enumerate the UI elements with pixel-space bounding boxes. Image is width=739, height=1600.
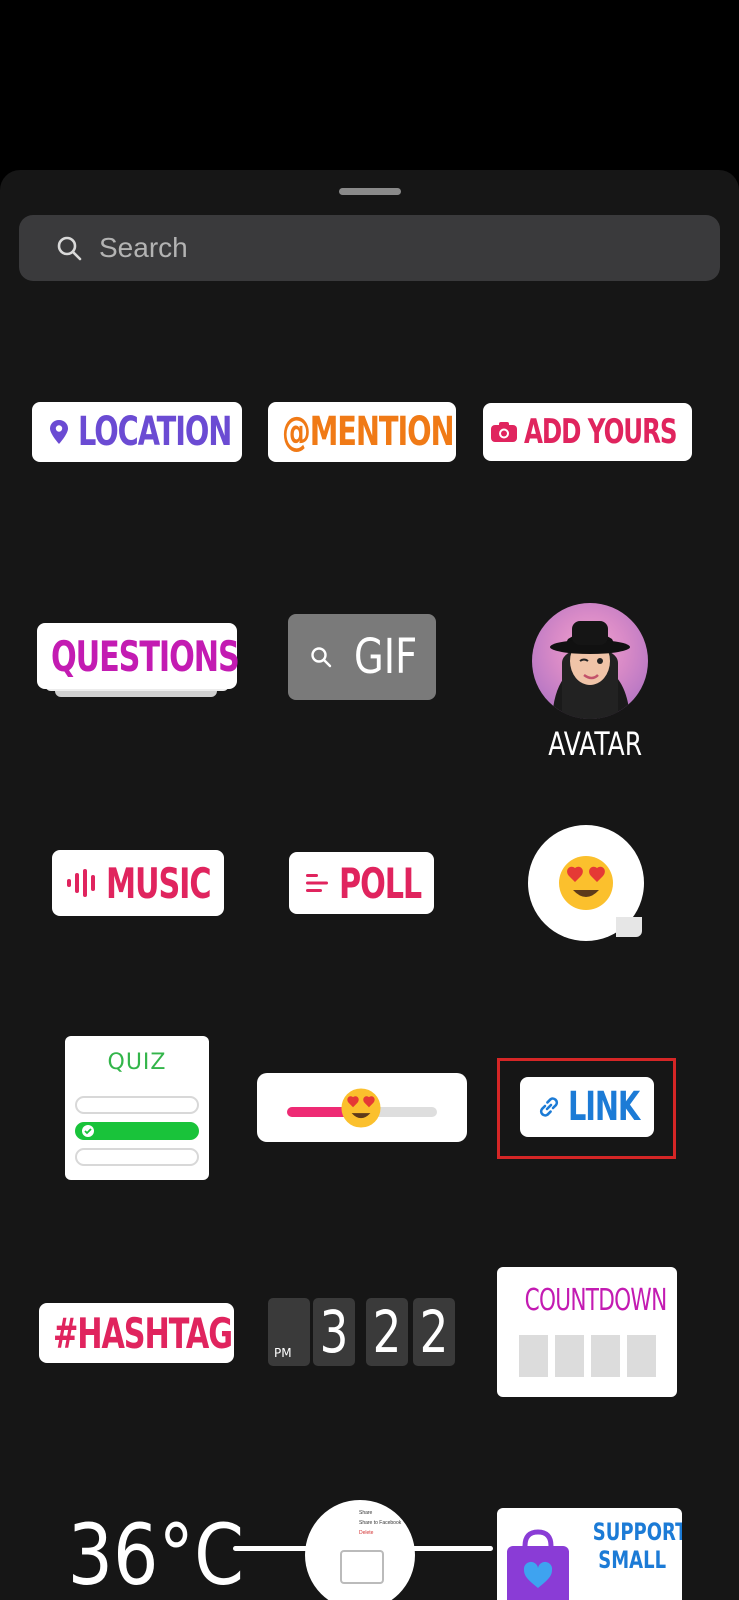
questions-sticker[interactable]: QUESTIONS: [37, 623, 240, 713]
gif-sticker[interactable]: GIF: [288, 614, 436, 700]
support-small-business-sticker[interactable]: SUPPORT SMALL: [497, 1508, 682, 1600]
mention-label: @MENTION: [282, 409, 455, 455]
search-placeholder: Search: [99, 232, 188, 263]
location-label: LOCATION: [78, 409, 232, 455]
emoji-slider-sticker[interactable]: [257, 1073, 467, 1142]
countdown-sticker[interactable]: COUNTDOWN: [497, 1267, 677, 1397]
poll-lines-icon: [305, 874, 328, 892]
countdown-label: COUNTDOWN: [524, 1283, 668, 1318]
location-pin-icon: [50, 420, 68, 444]
image-placeholder-icon: [340, 1550, 384, 1584]
shopping-bag-icon: [507, 1529, 569, 1600]
link-label: LINK: [568, 1084, 640, 1130]
music-bars-icon: [67, 869, 95, 897]
emoji-reaction-sticker[interactable]: [528, 825, 644, 945]
poll-sticker[interactable]: POLL: [289, 852, 434, 914]
quiz-sticker[interactable]: QUIZ: [65, 1036, 209, 1180]
share-menu-item: Share: [359, 1510, 373, 1516]
search-icon: [311, 647, 332, 668]
music-label: MUSIC: [106, 858, 212, 908]
camera-icon: [490, 422, 517, 442]
add-yours-sticker[interactable]: ADD YOURS: [483, 403, 692, 461]
search-bar[interactable]: Search: [19, 215, 720, 281]
quiz-label: QUIZ: [107, 1050, 167, 1075]
temperature-sticker[interactable]: 36°C: [52, 1510, 260, 1600]
sticker-tray: Search LOCATION @MENTION ADD YOURS QUEST…: [0, 170, 739, 1600]
share-menu-item: Share to Facebook: [359, 1520, 402, 1526]
countdown-box: [519, 1335, 548, 1377]
avatar-illustration: [550, 621, 630, 719]
ampm-flip: PM: [268, 1298, 310, 1366]
avatar-label: AVATAR: [548, 725, 643, 763]
quiz-option-3: [75, 1148, 199, 1166]
heart-eyes-emoji-icon: [341, 1088, 381, 1128]
avatar-sticker[interactable]: [532, 603, 648, 719]
share-menu-item: Delete: [359, 1530, 374, 1536]
countdown-box: [555, 1335, 584, 1377]
mention-sticker[interactable]: @MENTION: [268, 402, 456, 462]
gif-label: GIF: [354, 629, 418, 685]
link-chain-icon: [539, 1097, 559, 1117]
hashtag-sticker[interactable]: #HASHTAG: [39, 1303, 234, 1363]
add-yours-label: ADD YOURS: [523, 412, 677, 452]
hashtag-label: #HASHTAG: [52, 1308, 233, 1358]
support-label: SUPPORT SMALL: [592, 1518, 682, 1574]
minute-ones-digit: 2: [413, 1298, 455, 1366]
link-sticker[interactable]: LINK: [520, 1077, 654, 1137]
search-icon: [57, 236, 82, 261]
speech-tail: [616, 917, 642, 937]
drag-handle[interactable]: [339, 188, 401, 195]
quiz-option-1: [75, 1096, 199, 1114]
hour-digit: 3: [313, 1298, 355, 1366]
check-icon: [82, 1125, 94, 1137]
photo-sticker[interactable]: Share Share to Facebook Delete: [305, 1500, 415, 1600]
ampm-label: PM: [274, 1346, 292, 1360]
heart-eyes-emoji-icon: [559, 856, 613, 910]
countdown-box: [627, 1335, 656, 1377]
questions-front-card: QUESTIONS: [37, 623, 240, 689]
poll-label: POLL: [338, 858, 422, 908]
quiz-option-selected: [75, 1122, 199, 1140]
minute-tens-digit: 2: [366, 1298, 408, 1366]
location-sticker[interactable]: LOCATION: [32, 402, 242, 462]
countdown-box: [591, 1335, 620, 1377]
questions-label: QUESTIONS: [51, 631, 240, 681]
music-sticker[interactable]: MUSIC: [52, 850, 224, 916]
